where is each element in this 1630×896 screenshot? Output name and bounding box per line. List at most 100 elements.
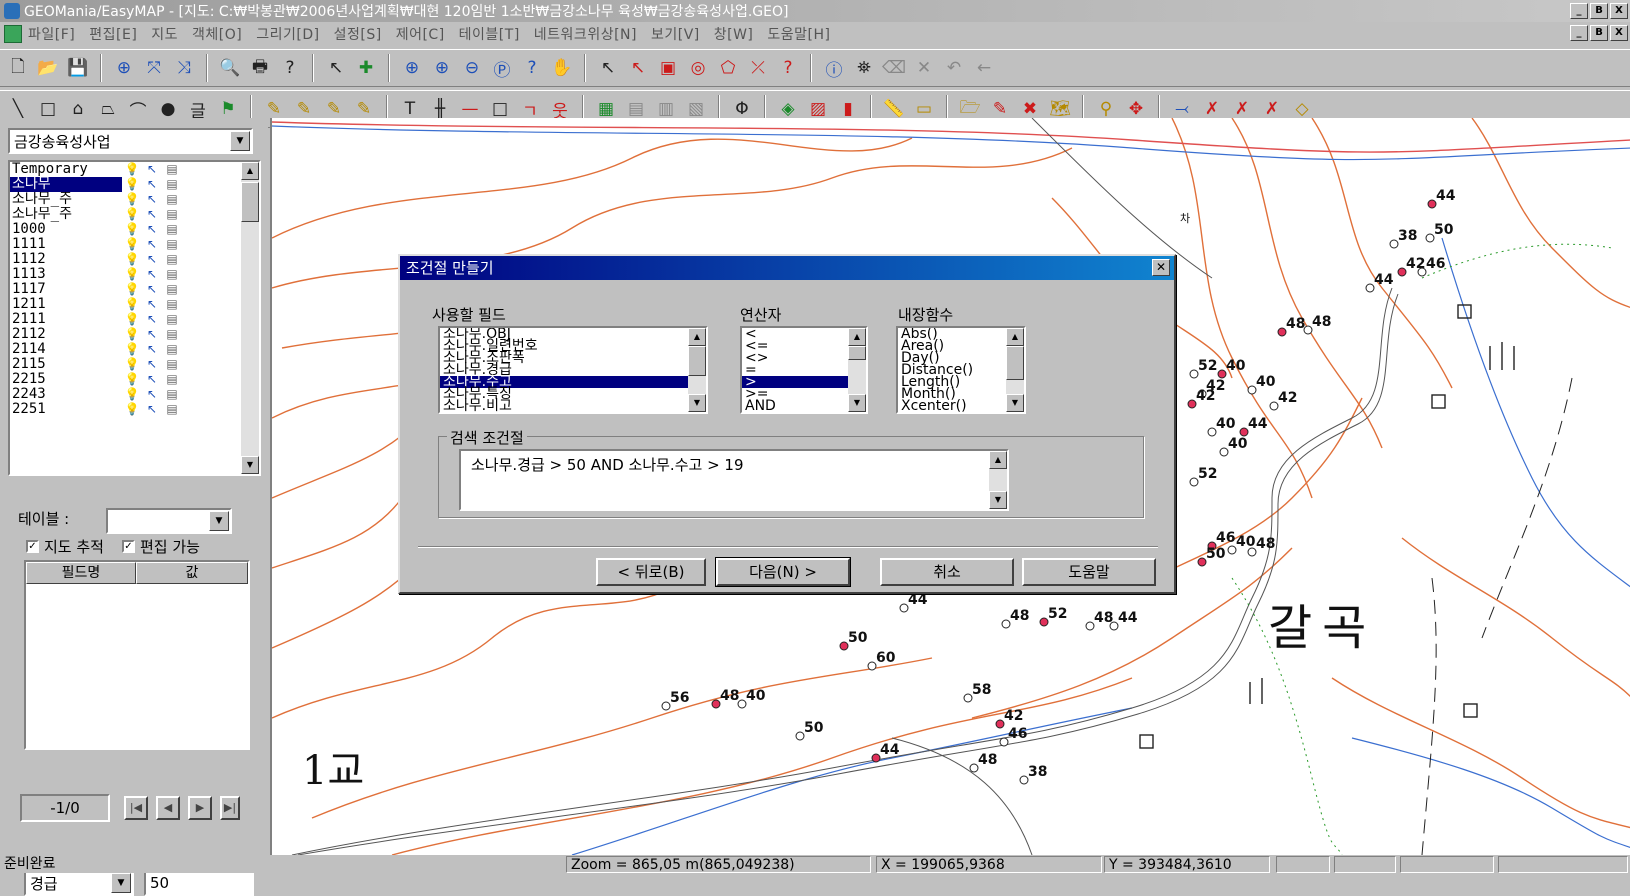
visible-bulb-icon[interactable]: 💡: [122, 342, 142, 357]
visible-bulb-icon[interactable]: 💡: [122, 222, 142, 237]
tree-marker[interactable]: [1427, 199, 1437, 209]
scroll-down-icon[interactable]: ▼: [848, 394, 866, 412]
visible-bulb-icon[interactable]: 💡: [122, 357, 142, 372]
chevron-down-icon[interactable]: ▼: [230, 131, 250, 151]
map-track-checkbox[interactable]: ✓ 지도 추적: [26, 536, 104, 557]
child-restore-button[interactable]: B: [1590, 25, 1608, 41]
selectable-arrow-icon[interactable]: ↖: [142, 267, 162, 282]
condition-scrollbar[interactable]: ▲ ▼: [989, 451, 1007, 509]
editable-doc-icon[interactable]: ▤: [162, 327, 182, 342]
restore-button[interactable]: B: [1590, 3, 1608, 19]
layer-row[interactable]: 1111 💡 ↖ ▤: [10, 237, 259, 252]
editable-doc-icon[interactable]: ▤: [162, 402, 182, 417]
tree-marker[interactable]: [995, 719, 1005, 729]
scroll-up-icon[interactable]: ▲: [688, 328, 706, 346]
chevron-down-icon[interactable]: ▼: [111, 873, 131, 893]
functions-scrollbar[interactable]: ▲ ▼: [1006, 328, 1024, 412]
selectable-arrow-icon[interactable]: ↖: [142, 282, 162, 297]
dialog-title-bar[interactable]: 조건절 만들기 ✕: [400, 256, 1174, 280]
previous-record-icon[interactable]: ◀: [156, 796, 180, 820]
select-point-icon[interactable]: ↖: [626, 56, 650, 80]
selectable-arrow-icon[interactable]: ↖: [142, 192, 162, 207]
scroll-down-icon[interactable]: ▼: [241, 456, 259, 474]
zoom-query-icon[interactable]: ?: [520, 56, 544, 80]
tree-marker[interactable]: [999, 737, 1009, 747]
selectable-arrow-icon[interactable]: ↖: [142, 342, 162, 357]
tree-marker[interactable]: [1389, 239, 1399, 249]
tree-marker[interactable]: [1019, 775, 1029, 785]
select-polygon-icon[interactable]: ⬠: [716, 56, 740, 80]
menu-control[interactable]: 제어[C]: [396, 24, 445, 44]
tree-marker[interactable]: [661, 701, 671, 711]
tree-marker[interactable]: [1397, 267, 1407, 277]
scroll-thumb[interactable]: [848, 346, 866, 360]
select-query-icon[interactable]: ?: [776, 56, 800, 80]
tree-marker[interactable]: [1269, 401, 1279, 411]
menu-map[interactable]: 지도: [151, 24, 178, 44]
visible-bulb-icon[interactable]: 💡: [122, 252, 142, 267]
scroll-down-icon[interactable]: ▼: [989, 491, 1007, 509]
tree-marker[interactable]: [1425, 233, 1435, 243]
zoom-window-icon[interactable]: ⊕: [400, 56, 424, 80]
selectable-arrow-icon[interactable]: ↖: [142, 252, 162, 267]
layer-row[interactable]: 소나무_주 💡 ↖ ▤: [10, 192, 259, 207]
visible-bulb-icon[interactable]: 💡: [122, 312, 142, 327]
selectable-arrow-icon[interactable]: ↖: [142, 372, 162, 387]
fields-listbox[interactable]: 소나무.OBJ 소나무.일련번호 소나무.조판폭 소나무.경급 소나무.수고 소나무.특징…: [438, 326, 708, 414]
save-icon[interactable]: 💾: [66, 56, 90, 80]
attribute-grid[interactable]: 필드명 값: [24, 560, 250, 750]
editable-doc-icon[interactable]: ▤: [162, 282, 182, 297]
layer-row[interactable]: 2251 💡 ↖ ▤: [10, 402, 259, 417]
editable-doc-icon[interactable]: ▤: [162, 177, 182, 192]
visible-bulb-icon[interactable]: 💡: [122, 207, 142, 222]
next-button[interactable]: 다음(N) >: [715, 557, 851, 587]
tree-marker[interactable]: [1039, 617, 1049, 627]
help-icon[interactable]: ?: [278, 56, 302, 80]
operators-scrollbar[interactable]: ▲ ▼: [848, 328, 866, 412]
visible-bulb-icon[interactable]: 💡: [122, 237, 142, 252]
layer-row[interactable]: 2112 💡 ↖ ▤: [10, 327, 259, 342]
editable-doc-icon[interactable]: ▤: [162, 267, 182, 282]
tree-marker[interactable]: [899, 603, 909, 613]
tree-marker[interactable]: [1239, 427, 1249, 437]
tree-marker[interactable]: [1197, 557, 1207, 567]
tree-marker[interactable]: [871, 753, 881, 763]
editable-checkbox[interactable]: ✓ 편집 가능: [121, 536, 200, 557]
layer-row[interactable]: 1000 💡 ↖ ▤: [10, 222, 259, 237]
child-close-button[interactable]: X: [1610, 25, 1628, 41]
crosshair-icon[interactable]: ✚: [354, 56, 378, 80]
zoom-fit-icon[interactable]: ⤨: [172, 56, 196, 80]
menu-settings[interactable]: 설정[S]: [334, 24, 382, 44]
selectable-arrow-icon[interactable]: ↖: [142, 237, 162, 252]
selectable-arrow-icon[interactable]: ↖: [142, 207, 162, 222]
info-icon[interactable]: ⓘ: [822, 56, 846, 81]
layer-row[interactable]: 2215 💡 ↖ ▤: [10, 372, 259, 387]
tree-marker[interactable]: [963, 693, 973, 703]
chevron-down-icon[interactable]: ▼: [209, 511, 229, 531]
select-rect-icon[interactable]: ▣: [656, 56, 680, 80]
selectable-arrow-icon[interactable]: ↖: [142, 297, 162, 312]
fields-scrollbar[interactable]: ▲ ▼: [688, 328, 706, 412]
menu-table[interactable]: 테이블[T]: [459, 24, 520, 44]
layer-row[interactable]: 소나무 💡 ↖ ▤: [10, 177, 259, 192]
condition-textarea[interactable]: 소나무.경급 > 50 AND 소나무.수고 > 19 ▲ ▼: [459, 449, 1009, 511]
editable-doc-icon[interactable]: ▤: [162, 162, 182, 177]
visible-bulb-icon[interactable]: 💡: [122, 267, 142, 282]
tree-marker[interactable]: [1303, 325, 1313, 335]
operators-listbox[interactable]: < <= <> = > >= AND ▲ ▼: [740, 326, 868, 414]
tree-marker[interactable]: [1247, 385, 1257, 395]
layer-row[interactable]: 1113 💡 ↖ ▤: [10, 267, 259, 282]
pan-hand-icon[interactable]: ✋: [550, 56, 574, 80]
tree-marker[interactable]: [1085, 621, 1095, 631]
visible-bulb-icon[interactable]: 💡: [122, 402, 142, 417]
layer-row[interactable]: 1112 💡 ↖ ▤: [10, 252, 259, 267]
tree-marker[interactable]: [1277, 327, 1287, 337]
scroll-up-icon[interactable]: ▲: [241, 162, 259, 180]
back-arrow-icon[interactable]: ←: [972, 56, 996, 80]
selectable-arrow-icon[interactable]: ↖: [142, 402, 162, 417]
tree-marker[interactable]: [1247, 547, 1257, 557]
selectable-arrow-icon[interactable]: ↖: [142, 177, 162, 192]
editable-doc-icon[interactable]: ▤: [162, 237, 182, 252]
editable-doc-icon[interactable]: ▤: [162, 372, 182, 387]
visible-bulb-icon[interactable]: 💡: [122, 282, 142, 297]
